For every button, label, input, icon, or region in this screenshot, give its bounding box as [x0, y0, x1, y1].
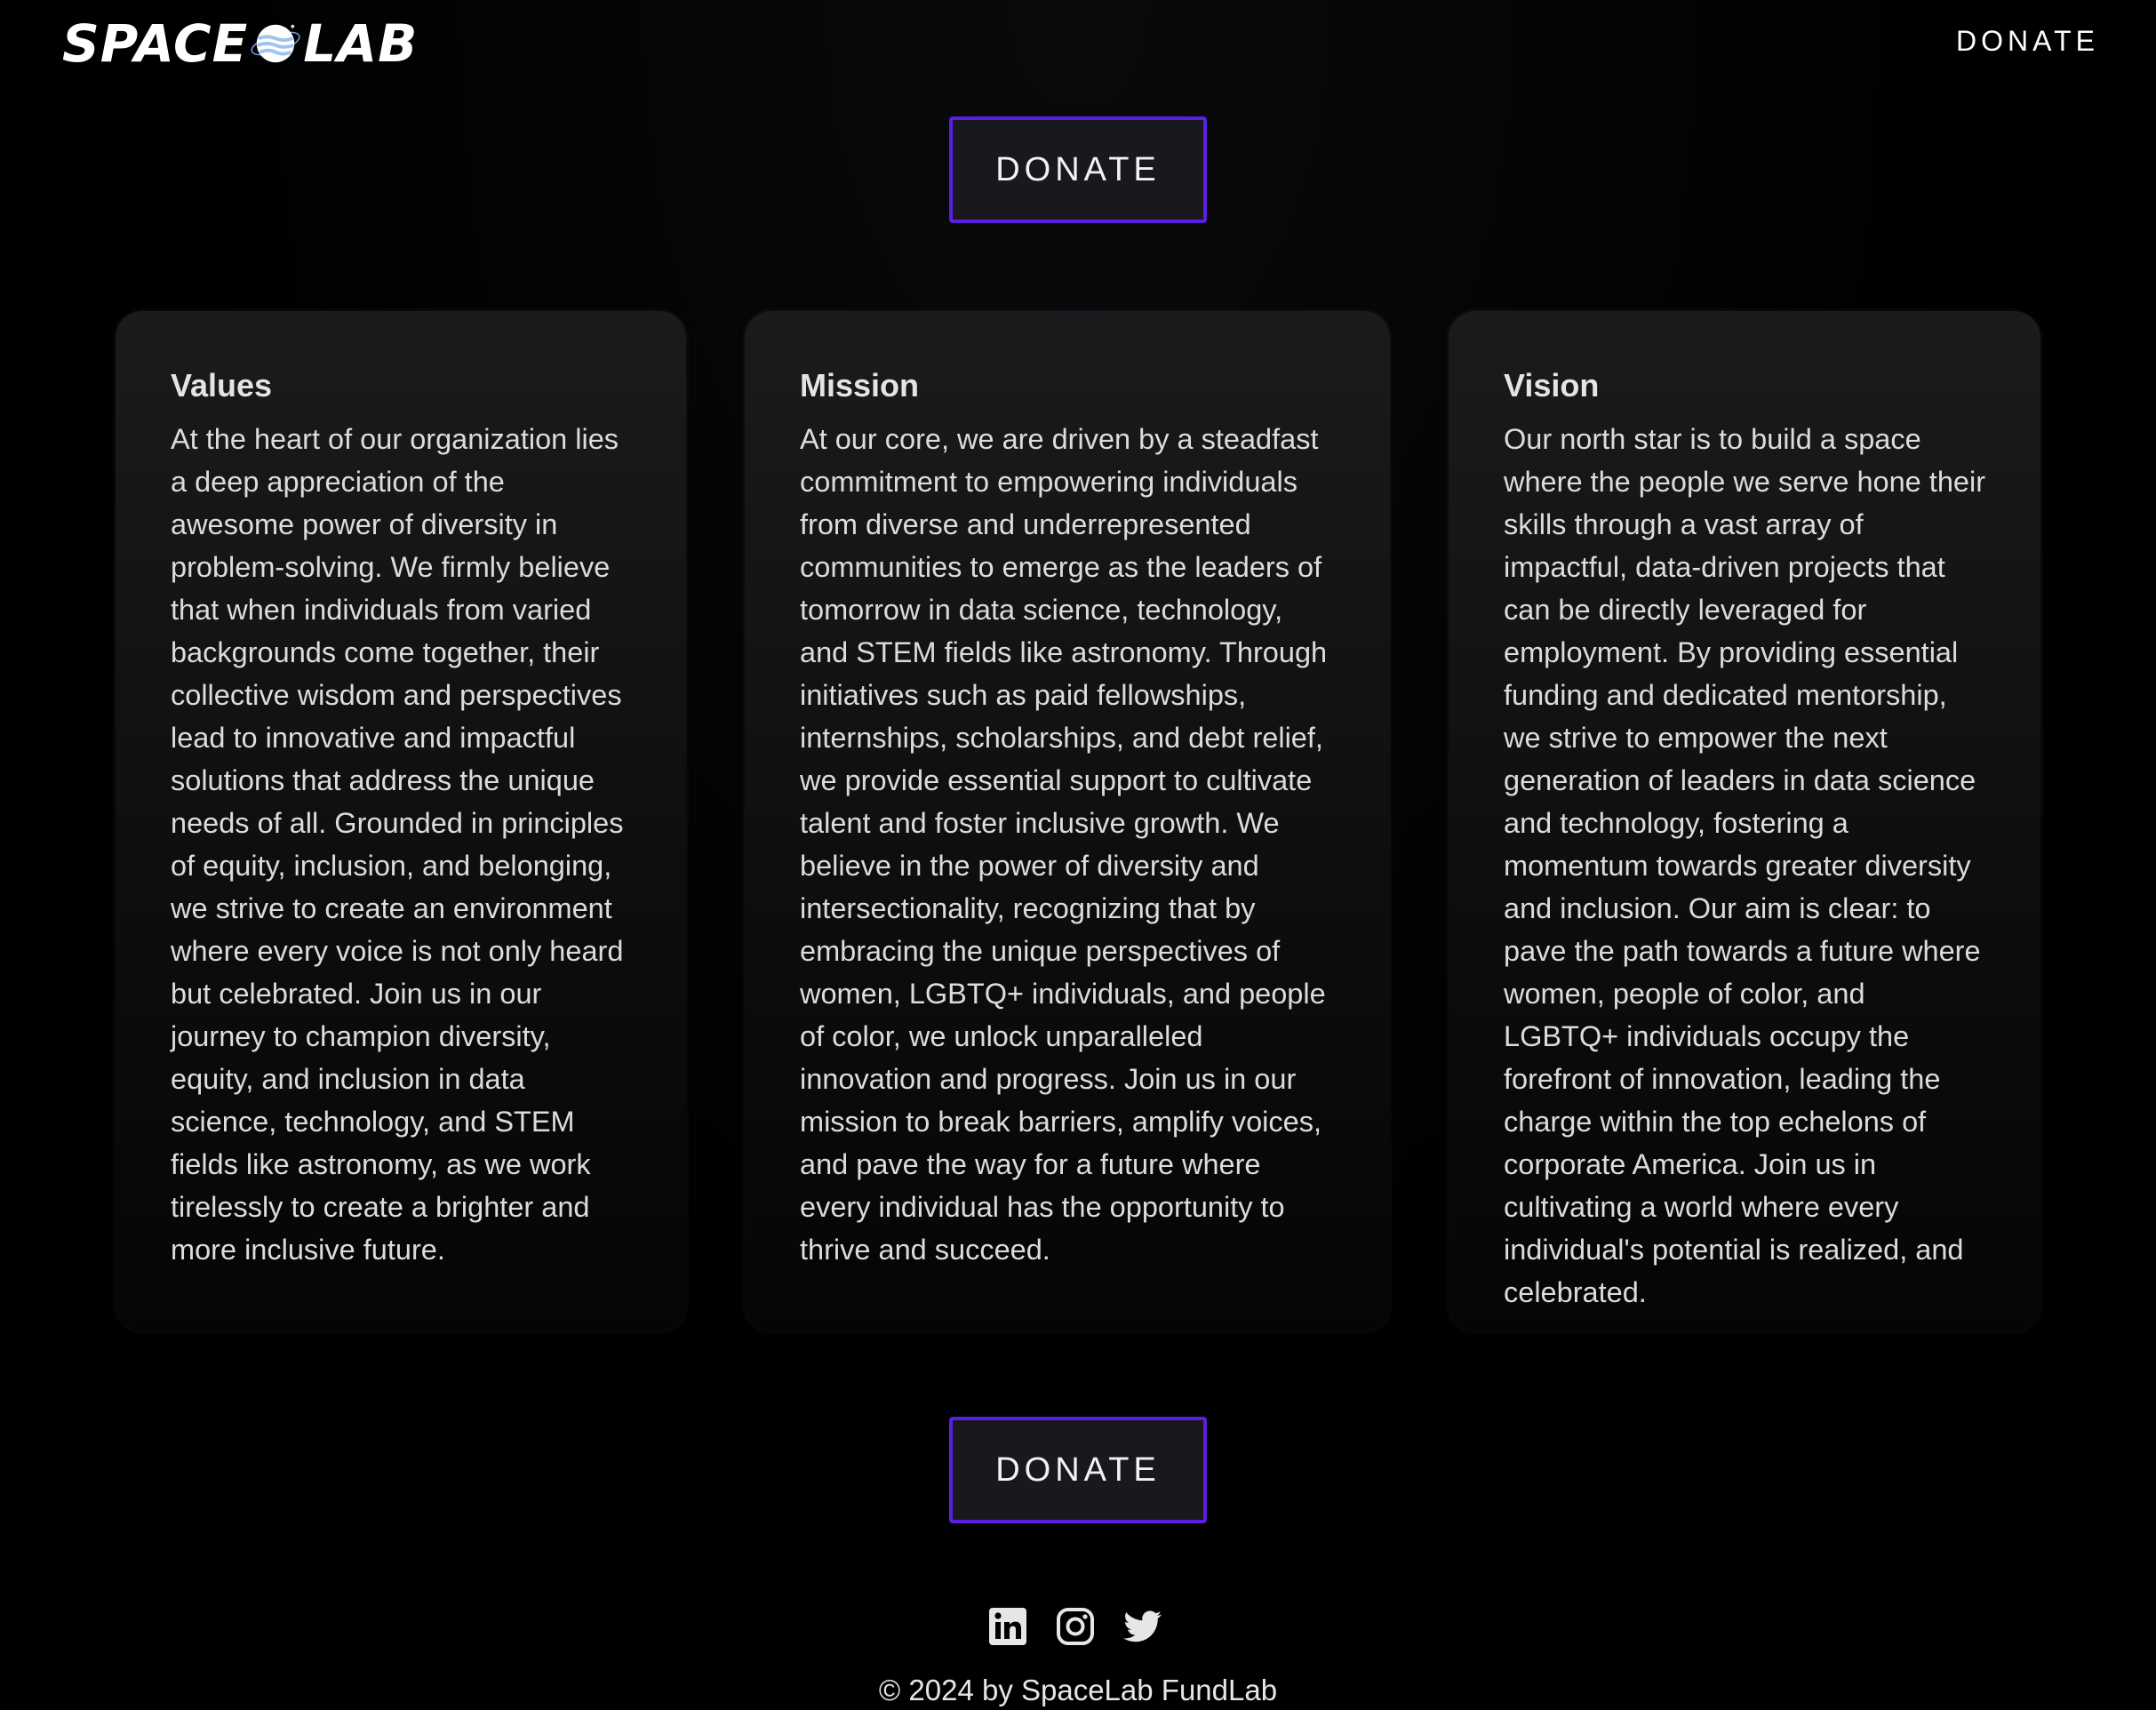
site-header: SPACE LAB DONATE — [0, 0, 2156, 89]
copyright-text: © 2024 by SpaceLab FundLab — [878, 1674, 1278, 1706]
values-card: Values At the heart of our organization … — [116, 311, 686, 1331]
instagram-icon[interactable] — [1054, 1605, 1097, 1648]
mission-title: Mission — [800, 367, 920, 404]
donate-button-top[interactable]: DONATE — [949, 116, 1207, 223]
page: SPACE LAB DONATE DONATE Values At the he… — [0, 0, 2156, 1706]
linkedin-icon[interactable] — [986, 1605, 1029, 1648]
mission-body: At our core, we are driven by a steadfas… — [800, 423, 1328, 1266]
vision-card: Vision Our north star is to build a spac… — [1449, 311, 2040, 1331]
social-links — [986, 1605, 1164, 1648]
vision-body: Our north star is to build a space where… — [1504, 423, 1986, 1308]
vision-title: Vision — [1504, 367, 1600, 404]
donate-button-bottom[interactable]: DONATE — [949, 1417, 1207, 1523]
values-title: Values — [171, 367, 273, 404]
logo-text-left: SPACE — [62, 13, 249, 74]
mission-card: Mission At our core, we are driven by a … — [745, 311, 1390, 1331]
logo-text-right: LAB — [303, 13, 419, 74]
spacelab-logo[interactable]: SPACE LAB — [62, 12, 418, 75]
twitter-icon[interactable] — [1122, 1605, 1164, 1648]
values-body: At the heart of our organization lies a … — [171, 423, 624, 1266]
nav-donate-link[interactable]: DONATE — [1956, 25, 2099, 58]
globe-icon — [251, 24, 300, 63]
